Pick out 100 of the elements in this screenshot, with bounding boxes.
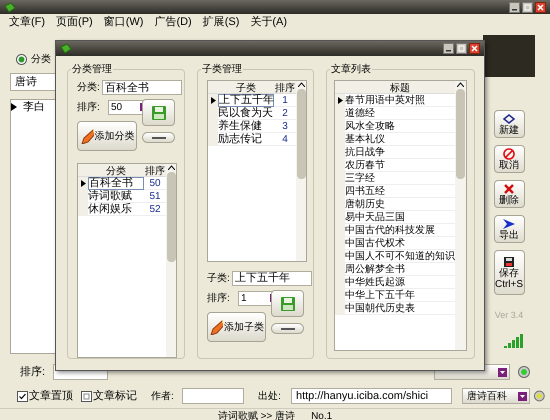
table-cell[interactable]: 三字经	[345, 172, 455, 184]
menu-item[interactable]: 文章(F)	[8, 14, 46, 30]
toolbar-button[interactable]: 新建	[494, 110, 524, 138]
scroll-up-icon	[457, 82, 464, 87]
table-cell[interactable]: 中华姓氏起源	[345, 276, 455, 288]
book-icon	[4, 2, 16, 12]
remove-button[interactable]	[142, 132, 175, 144]
table-cell[interactable]: 农历春节	[345, 160, 455, 170]
row-selector[interactable]	[78, 176, 88, 190]
avatar-placeholder	[483, 35, 535, 77]
table-cell[interactable]: 中国古代权术	[345, 238, 455, 248]
menu-item[interactable]: 扩展(S)	[202, 14, 240, 30]
add-button[interactable]: 添加分类	[77, 121, 137, 152]
table-cell[interactable]: 中华上下五千年	[345, 290, 455, 300]
caret-icon	[518, 392, 528, 400]
maximize-icon[interactable]	[522, 2, 533, 12]
menu-item[interactable]: 关于(A)	[249, 14, 288, 30]
maximize-icon[interactable]	[456, 43, 467, 54]
table-cell[interactable]: 道德经	[345, 108, 455, 118]
table-cell[interactable]: 春节用语中英对照	[345, 94, 455, 106]
table-cell[interactable]: 周公解梦全书	[345, 264, 455, 274]
save-button[interactable]	[271, 290, 304, 317]
field-label: 出处:	[258, 390, 281, 404]
remove-button[interactable]	[271, 323, 304, 334]
row-pointer-icon	[80, 180, 86, 187]
table-cell[interactable]: 诗词歌赋	[88, 190, 144, 202]
table-cell[interactable]: 四书五经	[345, 186, 455, 196]
menu-item[interactable]: 窗口(W)	[102, 14, 144, 30]
close-icon[interactable]	[469, 43, 480, 54]
add-button[interactable]: 添加子类	[207, 312, 266, 342]
column-header: 分类	[106, 164, 126, 176]
book-icon	[60, 43, 72, 54]
breadcrumb-text: 诗词歌赋 >> 唐诗	[218, 410, 296, 420]
floppy-icon	[280, 296, 296, 312]
table-cell[interactable]: 休闲娱乐	[88, 204, 144, 215]
checkbox[interactable]	[17, 390, 28, 402]
table-cell[interactable]: 上下五千年	[218, 94, 274, 106]
caret-icon	[498, 368, 507, 376]
table-cell-text: 4	[281, 132, 289, 146]
field-label: 排序:	[207, 292, 231, 306]
menu-item[interactable]: 广告(D)	[153, 14, 193, 30]
table-cell-text: 1	[281, 94, 289, 108]
source-field[interactable]: http://hanyu.iciba.com/shici	[290, 388, 452, 404]
table-cell[interactable]: 抗日战争	[345, 146, 455, 158]
toolbar-button[interactable]: 保存 Ctrl+S	[494, 250, 524, 295]
status-led-icon	[534, 390, 545, 402]
column-header: 子类	[235, 82, 257, 93]
field-label: 子类:	[207, 272, 230, 286]
table-cell-text: 52	[148, 202, 162, 217]
toolbar-button[interactable]: 导出	[494, 215, 524, 243]
record-number: No.1	[311, 410, 332, 420]
table-cell[interactable]: 基本礼仪	[345, 134, 455, 144]
row-selector[interactable]	[208, 94, 218, 106]
table-cell[interactable]: 民以食为天	[218, 108, 274, 118]
table-cell-text: 50	[148, 176, 162, 191]
row-pointer-icon	[338, 96, 342, 104]
signal-bars-icon	[504, 332, 524, 348]
table-cell[interactable]: 中国古代的科技发展	[345, 224, 455, 236]
field-label: 作者:	[151, 390, 174, 404]
close-icon[interactable]	[535, 2, 546, 12]
toolbar-button[interactable]: 删除	[494, 180, 524, 208]
cross-icon	[502, 182, 516, 194]
table-cell[interactable]: 百科全书	[88, 176, 144, 190]
table-cell[interactable]: 易中天品三国	[345, 212, 455, 222]
prohibited-icon	[502, 148, 516, 160]
diamond-icon	[502, 112, 516, 124]
table-cell-text: 3	[281, 120, 289, 134]
menu-item[interactable]: 页面(P)	[55, 14, 94, 30]
field-label: 排序:	[20, 364, 46, 380]
save-button[interactable]	[142, 99, 175, 126]
toolbar-button[interactable]: 取消	[494, 145, 524, 173]
author-field[interactable]	[182, 388, 244, 404]
column-header: 排序	[144, 164, 166, 176]
table-cell[interactable]: 养生保健	[218, 120, 274, 132]
checkbox[interactable]	[81, 390, 92, 402]
minimize-icon[interactable]	[509, 2, 520, 12]
subcategory-name-field[interactable]: 上下五千年	[232, 270, 312, 286]
scrollbar[interactable]	[166, 164, 176, 357]
row-selector[interactable]	[335, 94, 345, 106]
table-cell[interactable]: 风水全攻略	[345, 120, 455, 132]
pen-icon	[209, 319, 223, 335]
table-cell[interactable]: 励志传记	[218, 134, 274, 144]
radio-button[interactable]	[16, 54, 27, 64]
scrollbar[interactable]	[455, 81, 466, 350]
floppy-icon	[150, 104, 166, 121]
minus-icon	[280, 328, 294, 330]
table-cell[interactable]: 中国人不可不知道的知识	[345, 250, 455, 262]
floppy-icon	[502, 256, 516, 268]
arrow-icon	[502, 218, 516, 230]
table-cell[interactable]: 唐朝历史	[345, 198, 455, 210]
version-label: Ver 3.4	[494, 309, 524, 322]
site-dropdown[interactable]: 唐诗百科	[462, 388, 530, 404]
category-name-field[interactable]: 百科全书	[102, 80, 182, 96]
status-led-icon	[518, 366, 530, 378]
list-item[interactable]: 李白	[23, 98, 45, 116]
table-cell[interactable]: 中国朝代历史表	[345, 302, 455, 314]
row-pointer-icon	[210, 96, 216, 104]
minimize-icon[interactable]	[443, 43, 454, 54]
scrollbar[interactable]	[296, 81, 306, 261]
table-cell-text: 51	[148, 190, 162, 204]
